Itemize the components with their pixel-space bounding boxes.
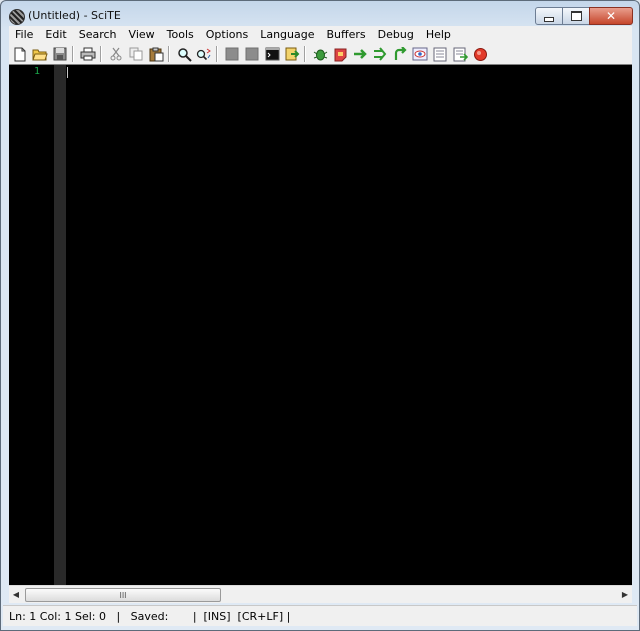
menu-tools[interactable]: Tools [161, 26, 200, 44]
text-caret [67, 67, 68, 78]
close-button[interactable]: ✕ [589, 7, 633, 25]
menu-buffers[interactable]: Buffers [321, 26, 372, 44]
console-icon[interactable] [263, 45, 281, 63]
breakpoint-icon[interactable] [331, 45, 349, 63]
menu-language[interactable]: Language [254, 26, 320, 44]
status-bar[interactable]: Ln: 1 Col: 1 Sel: 0 | Saved: | [INS] [CR… [3, 605, 637, 626]
paste-icon[interactable] [147, 45, 165, 63]
close-icon: ✕ [605, 9, 617, 23]
bug-icon[interactable] [311, 45, 329, 63]
debug-pause-icon[interactable] [243, 45, 261, 63]
save-icon[interactable] [51, 45, 69, 63]
line-number: 1 [33, 66, 40, 77]
scrollbar-thumb[interactable]: III [25, 588, 221, 602]
variables-icon[interactable] [431, 45, 449, 63]
toolbar-separator [72, 46, 74, 62]
menu-search[interactable]: Search [73, 26, 123, 44]
debug-run-icon[interactable] [223, 45, 241, 63]
scroll-right-icon[interactable]: ▶ [618, 586, 632, 603]
menu-view[interactable]: View [123, 26, 161, 44]
new-file-icon[interactable] [11, 45, 29, 63]
title-bar[interactable]: (Untitled) - SciTE ✕ [1, 1, 639, 29]
maximize-icon [570, 11, 582, 21]
menu-bar: File Edit Search View Tools Options Lang… [9, 26, 632, 44]
step-over-icon[interactable] [351, 45, 369, 63]
open-folder-icon[interactable] [31, 45, 49, 63]
step-out-icon[interactable] [371, 45, 389, 63]
menu-options[interactable]: Options [200, 26, 254, 44]
copy-icon[interactable] [127, 45, 145, 63]
toolbar-separator [216, 46, 218, 62]
window-controls: ✕ [535, 7, 633, 25]
stop-record-icon[interactable] [471, 45, 489, 63]
print-icon[interactable] [79, 45, 97, 63]
toolbar [9, 44, 632, 64]
status-text: Ln: 1 Col: 1 Sel: 0 | Saved: | [INS] [CR… [9, 609, 291, 623]
editor-area[interactable]: 1 [9, 64, 632, 585]
cut-icon[interactable] [107, 45, 125, 63]
step-into-icon[interactable] [283, 45, 301, 63]
replace-icon[interactable] [195, 45, 213, 63]
return-icon[interactable] [391, 45, 409, 63]
watch-icon[interactable] [411, 45, 429, 63]
menu-debug[interactable]: Debug [372, 26, 420, 44]
toolbar-separator [168, 46, 170, 62]
toolbar-separator [304, 46, 306, 62]
find-icon[interactable] [175, 45, 193, 63]
menu-file[interactable]: File [9, 26, 39, 44]
toolbar-separator [100, 46, 102, 62]
minimize-icon [544, 16, 554, 22]
window-title: (Untitled) - SciTE [28, 9, 121, 22]
horizontal-scrollbar[interactable]: ◀ III ▶ [9, 585, 632, 603]
maximize-button[interactable] [562, 7, 590, 25]
scite-app-icon [9, 9, 25, 25]
menu-edit[interactable]: Edit [39, 26, 72, 44]
scroll-left-icon[interactable]: ◀ [9, 586, 23, 603]
thumb-grip: III [119, 590, 127, 600]
line-number-margin: 1 [9, 65, 54, 585]
fold-margin[interactable] [54, 65, 66, 585]
stack-icon[interactable] [451, 45, 469, 63]
minimize-button[interactable] [535, 7, 563, 25]
menu-help[interactable]: Help [420, 26, 457, 44]
scite-window: (Untitled) - SciTE ✕ File Edit Search Vi… [0, 0, 640, 631]
